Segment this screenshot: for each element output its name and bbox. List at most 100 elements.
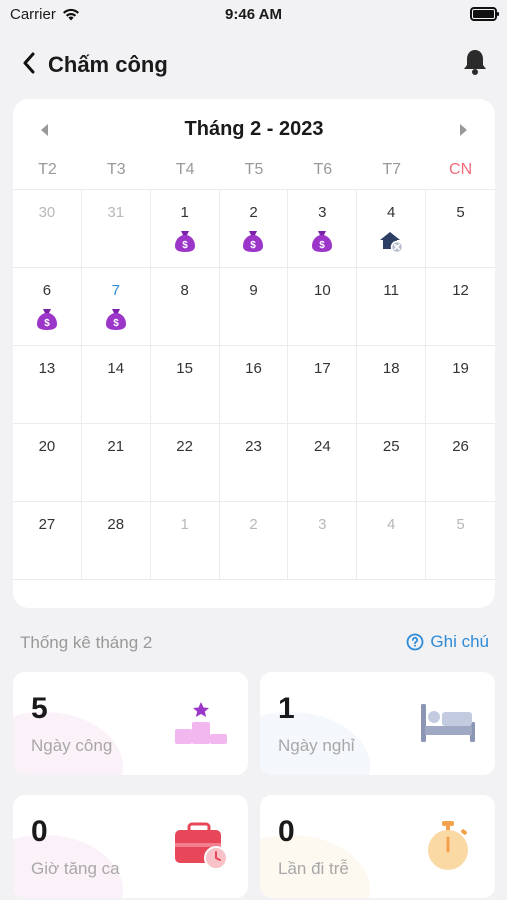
weekday-label: T3 bbox=[106, 161, 126, 178]
stat-value: 0 bbox=[278, 815, 295, 848]
weekday-label: T2 bbox=[38, 161, 57, 178]
day-number: 2 bbox=[249, 204, 258, 221]
calendar-day-cell[interactable]: 22 bbox=[150, 424, 220, 502]
caret-right-icon bbox=[460, 124, 467, 136]
calendar-day-cell[interactable]: 3 bbox=[288, 502, 358, 580]
calendar-day-cell[interactable]: 26 bbox=[426, 424, 495, 502]
calendar-day-cell[interactable]: 18 bbox=[357, 346, 427, 424]
day-number: 16 bbox=[245, 360, 262, 377]
day-number: 17 bbox=[314, 360, 331, 377]
svg-text:$: $ bbox=[44, 318, 50, 329]
calendar-day-cell[interactable]: 10 bbox=[288, 268, 358, 346]
day-number: 3 bbox=[318, 204, 327, 221]
calendar-day-cell[interactable]: 7 $ bbox=[81, 268, 151, 346]
day-number: 30 bbox=[38, 204, 56, 221]
day-number: 1 bbox=[180, 516, 189, 533]
svg-text:$: $ bbox=[182, 240, 188, 251]
stat-value: 1 bbox=[278, 692, 295, 725]
calendar-day-cell[interactable]: 15 bbox=[150, 346, 220, 424]
weekday-label: T4 bbox=[175, 161, 195, 178]
stat-label: Ngày công bbox=[31, 736, 113, 755]
calendar-day-cell[interactable]: 4 bbox=[357, 502, 427, 580]
calendar-day-cell[interactable]: 16 bbox=[219, 346, 289, 424]
calendar-day-cell[interactable]: 4 bbox=[357, 190, 427, 268]
notifications-button[interactable] bbox=[459, 46, 491, 78]
status-time: 9:46 AM bbox=[225, 6, 282, 23]
chevron-left-icon bbox=[23, 52, 35, 74]
calendar-grid: 30 31 1 $2 $3 $4 5 6 $7 $8 9 10 11 12 13 14 15 16 17 18 19 20… bbox=[13, 189, 495, 580]
calendar-month-title: Tháng 2 - 2023 bbox=[184, 118, 324, 140]
calendar-day-cell[interactable]: 20 bbox=[13, 424, 82, 502]
next-month-button[interactable] bbox=[453, 119, 475, 141]
day-number: 9 bbox=[249, 282, 258, 299]
calendar-day-cell[interactable]: 28 bbox=[81, 502, 151, 580]
day-number: 26 bbox=[452, 438, 469, 455]
calendar-day-cell[interactable]: 14 bbox=[81, 346, 151, 424]
day-number: 5 bbox=[456, 516, 465, 533]
calendar-day-cell[interactable]: 21 bbox=[81, 424, 151, 502]
day-number: 4 bbox=[387, 204, 396, 221]
svg-text:$: $ bbox=[320, 240, 326, 251]
weekday-label: T7 bbox=[382, 161, 402, 178]
calendar-day-cell[interactable]: 5 bbox=[426, 190, 495, 268]
money-bag-icon: $ bbox=[172, 228, 198, 254]
calendar-day-cell[interactable]: 31 bbox=[81, 190, 151, 268]
weekday-header: T2 T3 T4 T5 T6 T7 CN bbox=[13, 157, 495, 189]
day-number: 23 bbox=[245, 438, 262, 455]
notes-link[interactable]: Ghi chú bbox=[406, 632, 489, 652]
stat-value: 0 bbox=[31, 815, 48, 848]
calendar-day-cell[interactable]: 8 bbox=[150, 268, 220, 346]
calendar-day-cell[interactable]: 12 bbox=[426, 268, 495, 346]
calendar-day-cell[interactable]: 9 bbox=[219, 268, 289, 346]
back-button[interactable] bbox=[16, 50, 42, 76]
stat-card-late[interactable]: 0 Lần đi trễ bbox=[260, 795, 495, 898]
day-number: 11 bbox=[383, 282, 399, 299]
calendar-day-cell[interactable]: 30 bbox=[13, 190, 82, 268]
day-number: 3 bbox=[318, 516, 327, 533]
podium-star-icon bbox=[175, 702, 227, 744]
day-number: 13 bbox=[38, 360, 56, 377]
calendar-day-cell[interactable]: 11 bbox=[357, 268, 427, 346]
calendar-day-cell[interactable]: 5 bbox=[426, 502, 495, 580]
calendar-day-cell[interactable]: 17 bbox=[288, 346, 358, 424]
money-bag-icon: $ bbox=[103, 306, 129, 332]
calendar-day-cell[interactable]: 19 bbox=[426, 346, 495, 424]
calendar-day-cell[interactable]: 24 bbox=[288, 424, 358, 502]
day-number: 5 bbox=[456, 204, 465, 221]
day-number: 31 bbox=[107, 204, 125, 221]
calendar-day-cell[interactable]: 3 $ bbox=[288, 190, 358, 268]
money-bag-icon: $ bbox=[34, 306, 60, 332]
day-number: 1 bbox=[180, 204, 189, 221]
day-number: 8 bbox=[180, 282, 189, 299]
day-number: 12 bbox=[452, 282, 469, 299]
stat-card-days-off[interactable]: 1 Ngày nghỉ bbox=[260, 672, 495, 775]
day-number: 21 bbox=[107, 438, 125, 455]
calendar-card: Tháng 2 - 2023 T2 T3 T4 T5 T6 T7 CN 30 31 1 $2 $3 $… bbox=[13, 99, 495, 608]
stat-card-overtime[interactable]: 0 Giờ tăng ca bbox=[13, 795, 248, 898]
day-number: 20 bbox=[38, 438, 56, 455]
calendar-day-cell[interactable]: 27 bbox=[13, 502, 82, 580]
bell-icon bbox=[464, 50, 486, 75]
calendar-day-cell[interactable]: 13 bbox=[13, 346, 82, 424]
calendar-day-cell[interactable]: 6 $ bbox=[13, 268, 82, 346]
stat-value: 5 bbox=[31, 692, 48, 725]
calendar-day-cell[interactable]: 25 bbox=[357, 424, 427, 502]
calendar-nav: Tháng 2 - 2023 bbox=[13, 99, 495, 157]
day-number: 22 bbox=[176, 438, 193, 455]
status-bar: Carrier 9:46 AM bbox=[0, 0, 507, 30]
calendar-day-cell[interactable]: 1 $ bbox=[150, 190, 220, 268]
header: Chấm công bbox=[0, 40, 507, 90]
day-number: 19 bbox=[452, 360, 469, 377]
calendar-day-cell[interactable]: 2 bbox=[219, 502, 289, 580]
calendar-day-cell[interactable]: 2 $ bbox=[219, 190, 289, 268]
day-number: 6 bbox=[42, 282, 52, 299]
day-number: 2 bbox=[249, 516, 258, 533]
calendar-day-cell[interactable]: 1 bbox=[150, 502, 220, 580]
weekday-label: CN bbox=[449, 161, 473, 178]
stat-label: Giờ tăng ca bbox=[31, 859, 120, 878]
stat-card-work-days[interactable]: 5 Ngày công bbox=[13, 672, 248, 775]
battery-icon bbox=[470, 7, 499, 21]
stopwatch-icon bbox=[428, 821, 468, 870]
calendar-day-cell[interactable]: 23 bbox=[219, 424, 289, 502]
day-number: 27 bbox=[38, 516, 56, 533]
